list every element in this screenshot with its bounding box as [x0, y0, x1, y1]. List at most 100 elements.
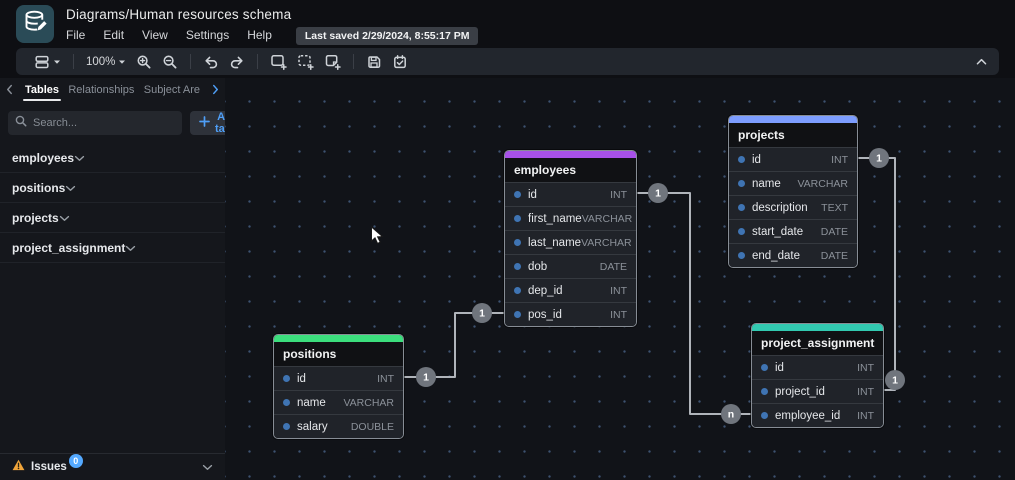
redo-icon	[229, 54, 245, 70]
field-name: pos_id	[528, 308, 562, 321]
field-project_assignment-id[interactable]: id INT	[752, 355, 883, 379]
mouse-cursor	[371, 226, 384, 245]
field-employees-pos_id[interactable]: pos_id INT	[505, 302, 636, 326]
tabs-scroll-right-button[interactable]	[210, 83, 221, 98]
sidebar-item-employees[interactable]: employees	[0, 143, 225, 173]
field-type: VARCHAR	[581, 212, 633, 225]
field-projects-end_date[interactable]: end_date DATE	[729, 243, 857, 267]
field-projects-description[interactable]: description TEXT	[729, 195, 857, 219]
sidebar: Tables Relationships Subject Are Search.…	[0, 78, 250, 480]
table-title-positions: positions	[274, 342, 403, 366]
caret-down-icon	[118, 59, 126, 65]
zoom-in-icon	[136, 54, 152, 70]
tab-subject-areas[interactable]: Subject Are	[142, 80, 202, 101]
tab-tables[interactable]: Tables	[23, 80, 62, 101]
redo-button[interactable]	[224, 51, 250, 73]
field-projects-name[interactable]: name VARCHAR	[729, 171, 857, 195]
field-name: id	[775, 361, 784, 374]
sidebar-item-projects[interactable]: projects	[0, 203, 225, 233]
menu-help[interactable]: Help	[247, 26, 282, 45]
field-name: end_date	[752, 249, 800, 262]
tables-layer: employees id INT first_name VARCHAR last_name…	[225, 78, 1015, 480]
field-name: name	[297, 396, 326, 409]
menu-view[interactable]: View	[142, 26, 178, 45]
toolbar: 100%	[16, 48, 999, 75]
entity-table-projects[interactable]: projects id INT name VARCHAR description TEXT s…	[728, 115, 858, 268]
field-project_assignment-project_id[interactable]: project_id INT	[752, 379, 883, 403]
table-color-strip	[274, 335, 403, 342]
field-dot	[514, 191, 521, 198]
undo-button[interactable]	[198, 51, 224, 73]
main-area: Tables Relationships Subject Are Search.…	[0, 78, 1015, 480]
collapse-toolbar-button[interactable]	[970, 54, 993, 69]
field-name: last_name	[528, 236, 582, 249]
entity-table-project_assignment[interactable]: project_assignment id INT project_id INT empl…	[751, 323, 884, 428]
sidebar-item-project-assignment[interactable]: project_assignment	[0, 233, 225, 263]
field-type: TEXT	[821, 201, 848, 214]
chevron-down-icon	[74, 149, 85, 167]
table-title-employees: employees	[505, 158, 636, 182]
field-employees-id[interactable]: id INT	[505, 182, 636, 206]
sidebar-item-positions[interactable]: positions	[0, 173, 225, 203]
chevron-down-icon	[59, 209, 70, 227]
tab-relationships[interactable]: Relationships	[66, 80, 136, 101]
field-dot	[283, 399, 290, 406]
search-input[interactable]	[33, 117, 175, 129]
field-positions-name[interactable]: name VARCHAR	[274, 390, 403, 414]
field-positions-id[interactable]: id INT	[274, 366, 403, 390]
issues-label: Issues	[31, 461, 67, 473]
field-name: dob	[528, 260, 548, 273]
field-type: DATE	[820, 249, 848, 262]
add-note-icon	[324, 53, 342, 70]
view-toggle-button[interactable]	[29, 51, 66, 73]
field-name: salary	[297, 420, 328, 433]
field-name: start_date	[752, 225, 804, 238]
save-button[interactable]	[361, 51, 387, 73]
field-type: INT	[610, 308, 627, 321]
field-employees-last_name[interactable]: last_name VARCHAR	[505, 230, 636, 254]
todo-button[interactable]	[387, 51, 413, 73]
field-type: VARCHAR	[343, 396, 394, 409]
chevron-down-icon	[65, 179, 76, 197]
field-employees-first_name[interactable]: first_name VARCHAR	[505, 206, 636, 230]
chevron-down-icon	[125, 239, 136, 257]
field-employees-dob[interactable]: dob DATE	[505, 254, 636, 278]
menu-edit[interactable]: Edit	[103, 26, 134, 45]
field-name: description	[752, 201, 808, 214]
app-logo[interactable]	[16, 5, 54, 43]
zoom-in-button[interactable]	[131, 51, 157, 73]
add-area-button[interactable]	[292, 50, 319, 73]
field-name: id	[752, 153, 761, 166]
field-name: id	[528, 188, 537, 201]
sidebar-tabbar: Tables Relationships Subject Are	[0, 78, 225, 102]
menu-file[interactable]: File	[66, 26, 95, 45]
field-type: VARCHAR	[797, 177, 848, 190]
add-note-button[interactable]	[319, 50, 346, 73]
menu-settings[interactable]: Settings	[186, 26, 239, 45]
field-dot	[761, 388, 768, 395]
zoom-level-dropdown[interactable]: 100%	[81, 53, 131, 71]
field-name: dep_id	[528, 284, 563, 297]
issues-panel-toggle[interactable]: Issues 0	[0, 453, 225, 480]
field-project_assignment-employee_id[interactable]: employee_id INT	[752, 403, 883, 427]
field-positions-salary[interactable]: salary DOUBLE	[274, 414, 403, 438]
field-name: first_name	[528, 212, 582, 225]
field-name: id	[297, 372, 306, 385]
zoom-out-button[interactable]	[157, 51, 183, 73]
field-type: DOUBLE	[350, 420, 394, 433]
entity-table-positions[interactable]: positions id INT name VARCHAR salary DOUBLE	[273, 334, 404, 439]
diagram-canvas[interactable]: 111n11 employees id INT first_name VARCHAR la…	[225, 78, 1015, 480]
zoom-level-value: 100%	[86, 55, 116, 68]
field-name: name	[752, 177, 781, 190]
table-color-strip	[729, 116, 857, 123]
field-name: project_id	[775, 385, 825, 398]
field-type: INT	[857, 361, 874, 374]
field-projects-start_date[interactable]: start_date DATE	[729, 219, 857, 243]
field-employees-dep_id[interactable]: dep_id INT	[505, 278, 636, 302]
field-projects-id[interactable]: id INT	[729, 147, 857, 171]
last-saved-badge: Last saved 2/29/2024, 8:55:17 PM	[295, 26, 479, 45]
entity-table-employees[interactable]: employees id INT first_name VARCHAR last_name…	[504, 150, 637, 327]
add-table-tool-button[interactable]	[265, 50, 292, 73]
tabs-scroll-left-button[interactable]	[4, 83, 15, 98]
search-box[interactable]	[8, 111, 182, 135]
